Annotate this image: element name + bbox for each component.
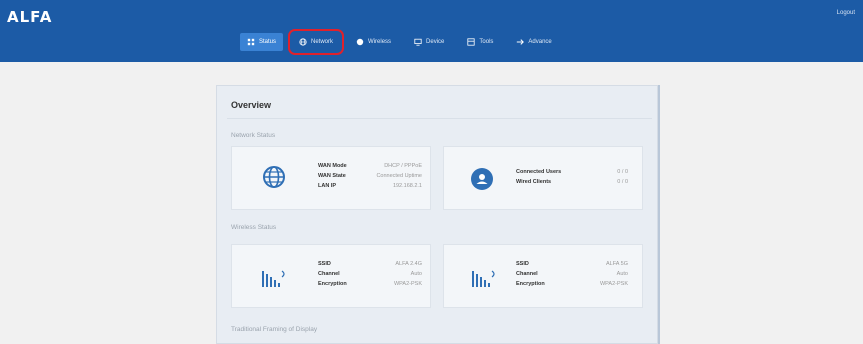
info-row: Channel Auto xyxy=(318,271,422,277)
info-row: Wired Clients 0 / 0 xyxy=(516,179,628,185)
grid-icon xyxy=(247,38,255,46)
tab-advance-label: Advance xyxy=(528,39,552,45)
info-row: SSID ALFA 2.4G xyxy=(318,261,422,267)
info-row: WAN State Connected Uptime xyxy=(318,173,422,179)
tab-network-label: Network xyxy=(311,39,334,45)
page-title: Overview xyxy=(231,100,272,110)
tab-status[interactable]: Status xyxy=(240,33,284,51)
wireless-5g-card: SSID ALFA 5G Channel Auto Encryption WPA2-P… xyxy=(443,244,643,308)
tab-wireless-label: Wireless xyxy=(368,39,392,45)
wireless-2g-card: SSID ALFA 2.4G Channel Auto Encryption WPA2… xyxy=(231,244,431,308)
globe-icon xyxy=(262,165,286,194)
tab-advance[interactable]: Advance xyxy=(509,33,558,51)
clients-status-card: Connected Users 0 / 0 Wired Clients 0 / 0 xyxy=(443,146,643,210)
wireless-2g-info: SSID ALFA 2.4G Channel Auto Encryption WPA2… xyxy=(318,259,422,289)
toolbox-icon xyxy=(467,38,475,46)
info-row: Encryption WPA2-PSK xyxy=(318,281,422,287)
tab-wireless[interactable]: Wireless xyxy=(349,33,398,51)
wireless-5g-info: SSID ALFA 5G Channel Auto Encryption WPA2-P… xyxy=(516,259,628,289)
tab-tools-label: Tools xyxy=(479,39,494,45)
info-row: SSID ALFA 5G xyxy=(516,261,628,267)
internet-status-card: WAN Mode DHCP / PPPoE WAN State Connected … xyxy=(231,146,431,210)
internet-info: WAN Mode DHCP / PPPoE WAN State Connected … xyxy=(318,161,422,191)
third-section-label: Traditional Framing of Display xyxy=(231,326,318,333)
info-row: WAN Mode DHCP / PPPoE xyxy=(318,163,422,169)
globe-icon xyxy=(299,38,307,46)
tab-device[interactable]: Device xyxy=(407,33,451,51)
logout-link[interactable]: Logout xyxy=(837,10,855,16)
tab-status-label: Status xyxy=(259,39,277,45)
advance-icon xyxy=(516,38,525,46)
brand-logo: ALFA xyxy=(7,8,53,26)
title-divider xyxy=(227,118,652,119)
info-row: LAN IP 192.168.2.1 xyxy=(318,183,422,189)
top-header: ALFA Logout Status Network Wireless Devi… xyxy=(0,0,863,62)
signal-icon xyxy=(470,265,498,294)
wifi-icon xyxy=(356,38,364,46)
clients-info: Connected Users 0 / 0 Wired Clients 0 / 0 xyxy=(516,167,628,187)
main-nav: Status Network Wireless Device Tools Adv… xyxy=(240,29,568,55)
network-status-label: Network Status xyxy=(231,132,276,139)
info-row: Connected Users 0 / 0 xyxy=(516,169,628,175)
signal-icon xyxy=(260,265,288,294)
overview-panel: Overview Network Status WAN Mode DHCP / P… xyxy=(216,85,658,344)
monitor-icon xyxy=(414,38,422,46)
info-row: Channel Auto xyxy=(516,271,628,277)
wireless-status-label: Wireless Status xyxy=(231,224,277,231)
tab-device-label: Device xyxy=(426,39,445,45)
tab-tools[interactable]: Tools xyxy=(460,33,500,51)
tab-network[interactable]: Network xyxy=(288,29,345,55)
clients-icon xyxy=(470,167,494,196)
info-row: Encryption WPA2-PSK xyxy=(516,281,628,287)
